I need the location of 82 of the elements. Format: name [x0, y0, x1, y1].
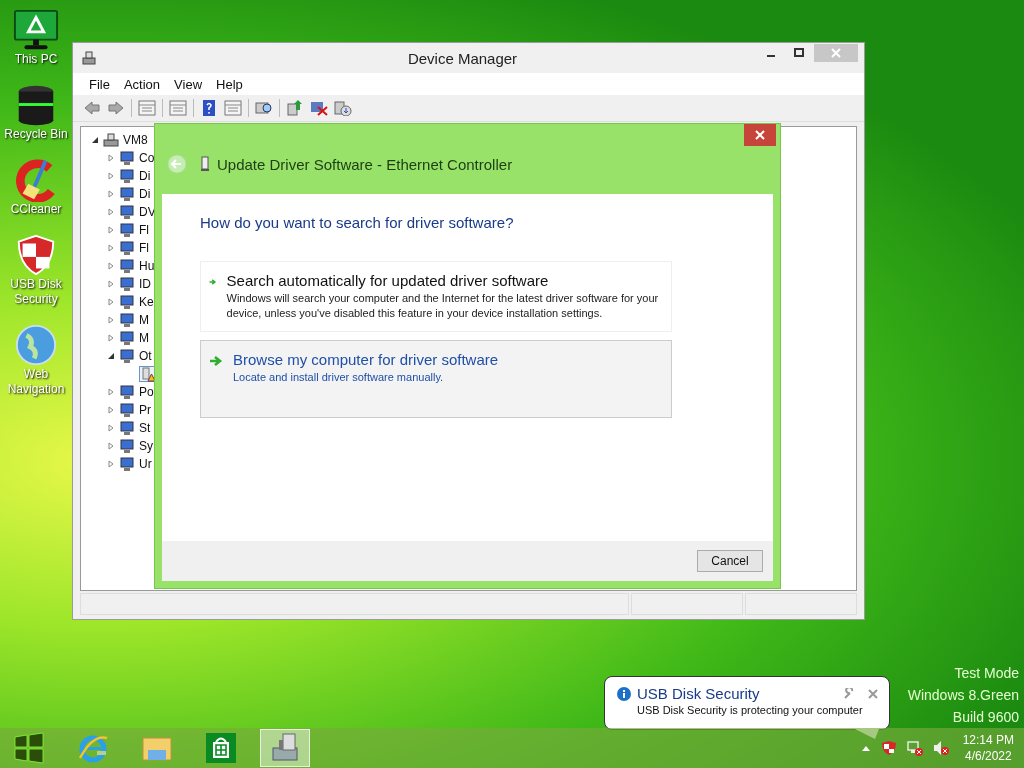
- device-icon: [119, 420, 135, 436]
- device-icon: [119, 384, 135, 400]
- desktop-watermark-text: Test Mode: [954, 664, 1019, 683]
- panel-icon[interactable]: [224, 100, 242, 116]
- device-icon: [119, 150, 135, 166]
- network-error-icon[interactable]: [906, 740, 923, 756]
- menu-item[interactable]: File: [89, 76, 110, 92]
- device-icon: [119, 186, 135, 202]
- panel-icon[interactable]: [138, 100, 156, 116]
- expander-icon[interactable]: [107, 352, 115, 360]
- device-icon: [119, 222, 135, 238]
- device-icon: [119, 330, 135, 346]
- update-driver-icon[interactable]: [286, 100, 304, 116]
- menu-item[interactable]: View: [174, 76, 203, 92]
- help-icon[interactable]: [200, 100, 218, 116]
- tree-item[interactable]: Fl: [139, 223, 149, 237]
- tree-item[interactable]: M: [139, 313, 149, 327]
- expander-icon[interactable]: [91, 136, 99, 144]
- back-arrow-icon[interactable]: [83, 100, 101, 116]
- notification-message: USB Disk Security is protecting your computer: [636, 704, 864, 716]
- menu-item[interactable]: Action: [123, 76, 161, 92]
- tree-item[interactable]: Ot: [139, 349, 152, 363]
- device-icon: [119, 168, 135, 184]
- device-icon: [119, 312, 135, 328]
- window-title: Device Manager: [406, 49, 519, 67]
- network-adapter-icon: [201, 156, 209, 172]
- tree-item[interactable]: ID: [139, 277, 151, 291]
- device-icon: [119, 240, 135, 256]
- arrow-icon: [209, 355, 223, 367]
- forward-arrow-icon[interactable]: [107, 100, 125, 116]
- close-icon[interactable]: [867, 687, 879, 700]
- disable-device-icon[interactable]: [310, 100, 328, 116]
- device-icon: [119, 438, 135, 454]
- option-link[interactable]: Browse my computer for driver software Locate and install driver software manually.: [200, 340, 672, 418]
- close-button[interactable]: [744, 124, 776, 146]
- device-manager-icon: [269, 732, 301, 764]
- tree-item[interactable]: Hu: [139, 259, 155, 273]
- tree-item[interactable]: Ke: [139, 295, 154, 309]
- tree-item[interactable]: VM8: [123, 133, 148, 147]
- device-icon: [119, 456, 135, 472]
- tree-item[interactable]: Di: [139, 169, 151, 183]
- tree-item[interactable]: M: [139, 331, 149, 345]
- desktop-watermark-text: Build 9600: [952, 708, 1019, 727]
- tree-item[interactable]: St: [139, 421, 151, 435]
- wrench-icon[interactable]: [843, 687, 855, 700]
- option-link[interactable]: Search automatically for updated driver software Windows will search your computer and the Internet for the latest driver software for your device, unless you've disabled this feature in your device installation settings.: [200, 261, 672, 332]
- show-hidden-icons-icon[interactable]: [860, 744, 871, 752]
- dialog-question: How do you want to search for driver software?: [200, 214, 515, 231]
- shield-icon[interactable]: [880, 740, 897, 756]
- cancel-button[interactable]: Cancel: [697, 550, 763, 572]
- monitor-icon[interactable]: [13, 8, 59, 52]
- device-icon: [119, 348, 135, 364]
- device-icon: [119, 204, 135, 220]
- warning-device-icon[interactable]: [139, 366, 155, 382]
- device-icon: [119, 258, 135, 274]
- tree-item[interactable]: Co: [139, 151, 155, 165]
- tree-item[interactable]: Fl: [139, 241, 149, 255]
- shopping-bag-icon: [205, 732, 237, 764]
- menu-item[interactable]: Help: [216, 76, 243, 92]
- tree-item[interactable]: Pr: [139, 403, 151, 417]
- dialog-title: Update Driver Software - Ethernet Controller: [217, 155, 513, 173]
- computer-icon: [103, 132, 119, 148]
- clock-date: 4/6/2022: [964, 748, 1012, 764]
- tree-item[interactable]: Di: [139, 187, 151, 201]
- panel-icon[interactable]: [169, 100, 187, 116]
- speaker-muted-icon[interactable]: [932, 740, 949, 756]
- uninstall-icon[interactable]: [334, 100, 352, 116]
- tree-item[interactable]: Ur: [139, 457, 152, 471]
- device-icon: [119, 276, 135, 292]
- computer-icon: [81, 50, 97, 66]
- device-icon: [119, 294, 135, 310]
- clock-time: 12:14 PM: [962, 732, 1014, 748]
- info-icon: [617, 686, 631, 701]
- globe-icon[interactable]: [13, 323, 59, 367]
- notification-title: USB Disk Security: [637, 685, 761, 702]
- taskbar-button[interactable]: [260, 729, 310, 767]
- scan-icon[interactable]: [255, 100, 273, 116]
- tree-item[interactable]: Sy: [139, 439, 153, 453]
- desktop-watermark-text: Windows 8.Green: [907, 686, 1019, 705]
- tree-item[interactable]: Po: [139, 385, 154, 399]
- device-icon: [119, 402, 135, 418]
- windows-logo-icon: [13, 732, 45, 764]
